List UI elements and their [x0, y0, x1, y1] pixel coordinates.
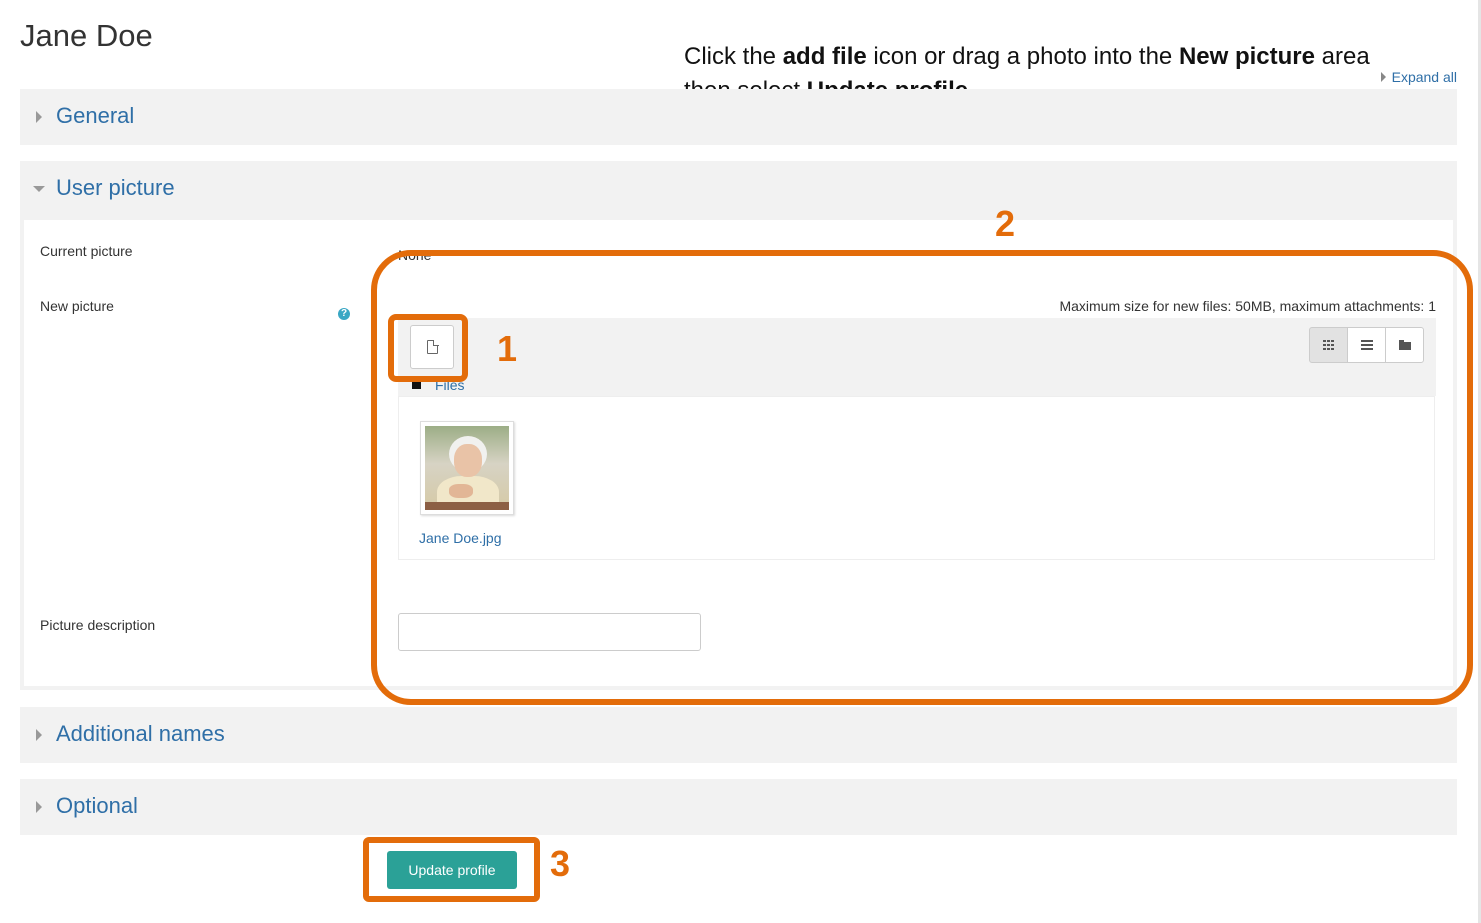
current-picture-label: Current picture — [40, 243, 133, 259]
collapsed-triangle-icon — [36, 729, 42, 741]
help-icon[interactable]: ? — [338, 308, 350, 320]
instruction-part-1: Click the — [684, 43, 783, 70]
callout-number-2: 2 — [995, 203, 1016, 244]
collapsed-triangle-icon — [36, 801, 42, 813]
instruction-bold-2: New picture — [1178, 43, 1315, 70]
section-additional-names-label: Additional names — [56, 721, 225, 746]
expand-all-link[interactable]: Expand all — [1380, 69, 1457, 85]
section-user-picture[interactable]: User picture — [20, 161, 1457, 217]
expand-triangle-icon — [1380, 72, 1386, 82]
page-title: Jane Doe — [20, 18, 153, 53]
instruction-bold-1: add file — [782, 43, 867, 70]
expanded-triangle-icon — [33, 186, 45, 192]
section-additional-names[interactable]: Additional names — [20, 707, 1457, 763]
collapsed-triangle-icon — [36, 111, 42, 123]
section-optional-label: Optional — [56, 793, 138, 818]
section-general-label: General — [56, 103, 135, 128]
callout-box-2 — [371, 250, 1473, 705]
new-picture-label: New picture — [40, 298, 114, 314]
section-optional[interactable]: Optional — [20, 779, 1457, 835]
section-user-picture-label: User picture — [56, 175, 175, 200]
callout-number-3: 3 — [550, 843, 571, 884]
instruction-part-2: icon or drag a photo into the — [866, 43, 1179, 70]
picture-description-label: Picture description — [40, 617, 156, 633]
expand-all-label: Expand all — [1391, 69, 1457, 85]
section-general[interactable]: General — [20, 89, 1457, 145]
callout-box-3 — [363, 837, 540, 902]
